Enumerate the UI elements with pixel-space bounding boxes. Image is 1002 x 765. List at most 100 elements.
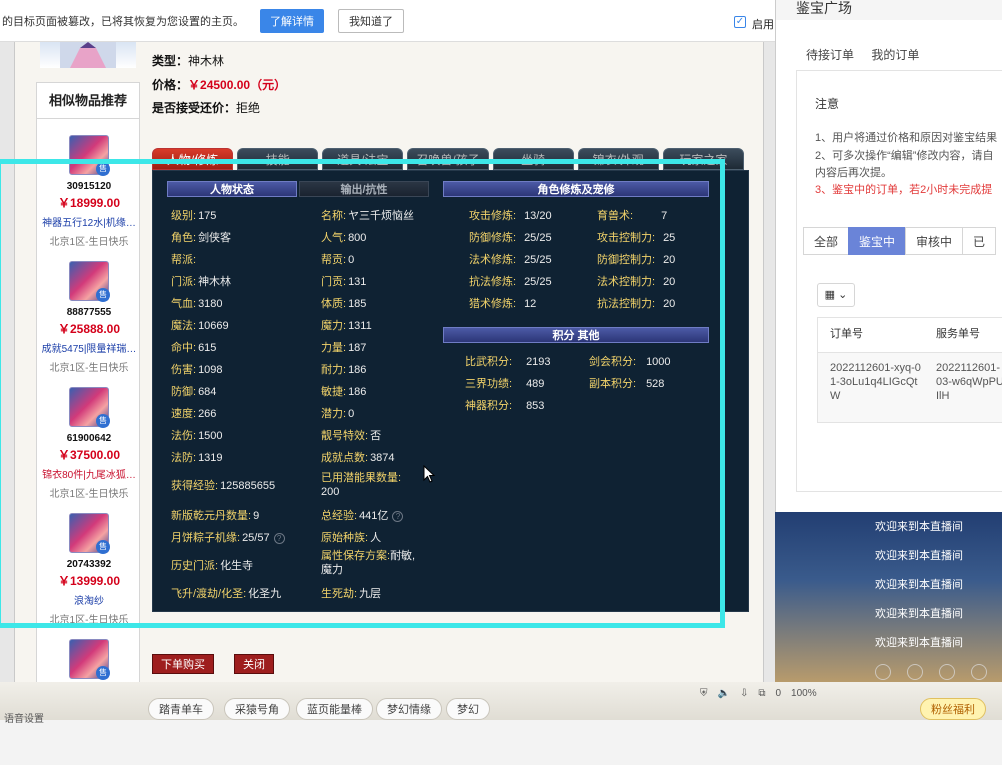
voice-settings[interactable]: 语音设置 bbox=[4, 710, 44, 725]
character-thumbnail[interactable]: 售 bbox=[69, 513, 110, 554]
tab-home[interactable]: 玩家之家 bbox=[662, 148, 744, 170]
live-gift-pill[interactable]: 梦幻情缘 bbox=[376, 698, 442, 720]
on-sale-badge: 售 bbox=[96, 288, 110, 302]
got-it-button[interactable]: 我知道了 bbox=[338, 8, 404, 33]
shield-icon[interactable]: ⛨ bbox=[700, 688, 708, 699]
stat-hp: 气血: 3180 bbox=[171, 298, 223, 310]
tab-pending-orders[interactable]: 待接订单 bbox=[806, 48, 854, 62]
buy-button[interactable]: 下单购买 bbox=[152, 654, 214, 674]
zoom-level[interactable]: 100% bbox=[791, 688, 817, 699]
appraisal-tabs: 待接订单 我的订单 bbox=[806, 46, 933, 63]
control-resist: 抗法控制力: 20 bbox=[597, 298, 676, 310]
control-magic: 法术控制力: 20 bbox=[597, 276, 676, 288]
similar-item[interactable]: 售 61900642 ￥37500.00 锦衣80件|九尾冰狐… 北京1区-生日… bbox=[37, 387, 141, 513]
score-dungeon: 副本积分: 528 bbox=[589, 378, 665, 390]
fans-welfare-badge[interactable]: 粉丝福利 bbox=[920, 698, 986, 720]
filter-reviewing[interactable]: 审核中 bbox=[905, 227, 964, 255]
tab-skills[interactable]: 技能 bbox=[237, 148, 319, 170]
emoji-icon[interactable] bbox=[875, 664, 891, 680]
stat-exp: 获得经验: 125885655 bbox=[171, 480, 276, 492]
help-icon[interactable]: ? bbox=[273, 532, 285, 544]
item-price-line: 价格：￥24500.00（元） bbox=[152, 76, 286, 93]
live-stream-area: 欢迎来到本直播间 欢迎来到本直播间 欢迎来到本直播间 欢迎来到本直播间 欢迎来到… bbox=[775, 512, 1002, 682]
similar-item-id: 20743392 bbox=[66, 559, 112, 570]
stat-magic-defense: 法防: 1319 bbox=[171, 452, 223, 464]
chat-message: 欢迎来到本直播间 bbox=[875, 521, 963, 533]
order-number: 2022112601-xyq-01-3oLu1q4LIGcQtW bbox=[830, 362, 921, 402]
help-icon[interactable]: ? bbox=[392, 510, 404, 522]
stat-school-contrib: 门贡: 131 bbox=[321, 276, 367, 288]
scissors-icon[interactable] bbox=[907, 664, 923, 680]
live-gift-pill[interactable]: 踏青单车 bbox=[148, 698, 214, 720]
similar-item[interactable]: 售 30915120 ￥18999.00 神器五行12水|机缘… 北京1区-生日… bbox=[37, 135, 141, 261]
tab-pets[interactable]: 召唤兽/孩子 bbox=[407, 148, 489, 170]
tab-my-orders[interactable]: 我的订单 bbox=[871, 48, 919, 62]
stat-special-id: 靓号特效: 否 bbox=[321, 430, 382, 442]
character-thumbnail[interactable]: 售 bbox=[69, 135, 110, 176]
stat-hit: 命中: 615 bbox=[171, 342, 217, 354]
section-output-resist[interactable]: 输出/抗性 bbox=[299, 181, 429, 197]
tab-character[interactable]: 人物/修炼 bbox=[152, 148, 234, 170]
tab-mounts[interactable]: 坐骑 bbox=[492, 148, 574, 170]
download-icon[interactable]: ⇩ bbox=[740, 688, 748, 699]
character-thumbnail[interactable]: 售 bbox=[69, 261, 110, 302]
table-row[interactable]: 2022112601-xyq-01-3oLu1q4LIGcQtW 2022112… bbox=[818, 352, 1002, 422]
order-filter: 全部 鉴宝中 审核中 已 bbox=[803, 227, 997, 255]
tab-outfits[interactable]: 锦衣/外观 bbox=[577, 148, 659, 170]
stat-mooncake: 月饼粽子机缘: 25/57? bbox=[171, 529, 285, 545]
appraisal-card: 注意 1、用户将通过价格和原因对鉴宝结果 2、可多次操作“编辑”修改内容，请自 … bbox=[796, 70, 1002, 492]
similar-item-desc[interactable]: 锦衣80件|九尾冰狐… bbox=[37, 466, 141, 481]
close-button[interactable]: 关闭 bbox=[234, 654, 274, 674]
similar-item-server: 北京1区-生日快乐 bbox=[49, 489, 129, 500]
browser-status-icons: ⛨ 🔈 ⇩ ⧉ 0 100% bbox=[700, 686, 827, 700]
gift-icon[interactable] bbox=[971, 664, 987, 680]
similar-item-id: 88877555 bbox=[66, 307, 112, 318]
live-gift-pill[interactable]: 梦幻 bbox=[446, 698, 490, 720]
cultivation-defense: 防御修炼: 25/25 bbox=[469, 232, 552, 244]
learn-more-button[interactable]: 了解详情 bbox=[260, 8, 324, 33]
section-cultivation: 角色修炼及宠修 bbox=[443, 181, 709, 197]
note-line: 1、用户将通过价格和原因对鉴宝结果 bbox=[815, 132, 998, 144]
similar-item-desc[interactable]: 神器五行12水|机缘… bbox=[37, 214, 141, 229]
notification-message: 的目标页面被篡改，已将其恢复为您设置的主页。 bbox=[2, 15, 244, 28]
character-panel: 人物状态 输出/抗性 角色修炼及宠修 积分 其他 级别: 175 角色: 剑侠客 帮… bbox=[152, 170, 749, 612]
stat-race: 原始种族: 人 bbox=[321, 532, 382, 544]
stat-endurance: 耐力: 186 bbox=[321, 364, 367, 376]
notification-bar: 的目标页面被篡改，已将其恢复为您设置的主页。 了解详情 我知道了 ✓ 启用 bbox=[0, 0, 780, 42]
character-thumbnail[interactable]: 售 bbox=[69, 387, 110, 428]
similar-item[interactable]: 售 20743392 ￥13999.00 浪淘纱 北京1区-生日快乐 bbox=[37, 513, 141, 639]
enable-checkbox[interactable]: ✓ bbox=[734, 16, 746, 28]
chat-message: 欢迎来到本直播间 bbox=[875, 579, 963, 591]
on-sale-badge: 售 bbox=[96, 162, 110, 176]
enable-checkbox-label: 启用 bbox=[752, 19, 774, 31]
price-value: ￥24500.00（元） bbox=[188, 78, 287, 92]
image-icon[interactable] bbox=[939, 664, 955, 680]
similar-item[interactable]: 售 88877555 ￥25888.00 成就5475|限量祥瑞… 北京1区-生… bbox=[37, 261, 141, 387]
order-table: 订单号 服务单号 2022112601-xyq-01-3oLu1q4LIGcQt… bbox=[817, 317, 1002, 423]
filter-done[interactable]: 已 bbox=[962, 227, 997, 255]
stat-qyd: 新版乾元丹数量: 9 bbox=[171, 510, 260, 522]
stat-level: 级别: 175 bbox=[171, 210, 217, 222]
live-gift-pill[interactable]: 蓝页能量棒 bbox=[296, 698, 373, 720]
speaker-icon[interactable]: 🔈 bbox=[718, 688, 730, 699]
live-gift-pill[interactable]: 采猿号角 bbox=[224, 698, 290, 720]
note-line: 内容后再次提。 bbox=[815, 167, 892, 179]
column-header-service: 服务单号 bbox=[936, 328, 980, 340]
score-artifact: 神器积分: 853 bbox=[465, 400, 545, 412]
stat-total-exp: 总经验: 441亿? bbox=[321, 507, 404, 523]
similar-item-id: 30915120 bbox=[66, 181, 112, 192]
stat-role: 角色: 剑侠客 bbox=[171, 232, 232, 244]
view-toggle-button[interactable]: ▦ ⌄ bbox=[817, 283, 855, 307]
clip-icon[interactable]: ⧉ bbox=[758, 688, 765, 699]
character-thumbnail[interactable]: 售 bbox=[69, 639, 110, 680]
bargain-value: 拒绝 bbox=[236, 101, 261, 115]
stat-guild-contrib: 帮贡: 0 bbox=[321, 254, 355, 266]
type-label: 类型： bbox=[152, 54, 189, 68]
filter-appraising[interactable]: 鉴宝中 bbox=[848, 227, 907, 255]
similar-item-desc[interactable]: 成就5475|限量祥瑞… bbox=[37, 340, 141, 355]
similar-item-desc[interactable]: 浪淘纱 bbox=[37, 592, 141, 607]
item-type-line: 类型：神木林 bbox=[152, 52, 224, 69]
section-character-status[interactable]: 人物状态 bbox=[167, 181, 297, 197]
filter-all[interactable]: 全部 bbox=[803, 227, 850, 255]
tab-items[interactable]: 道具/法宝 bbox=[322, 148, 404, 170]
